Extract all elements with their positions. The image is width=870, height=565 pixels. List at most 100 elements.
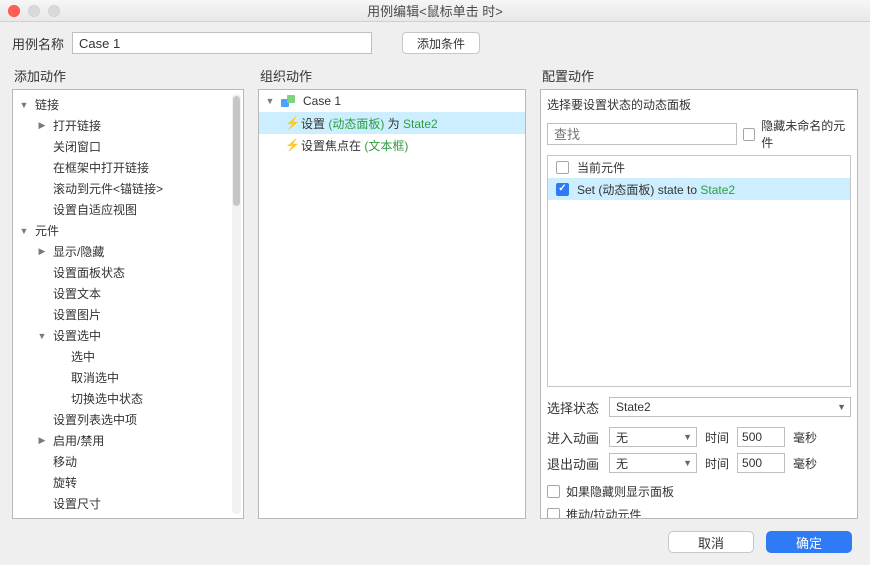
case-name-label: 用例名称 [12,34,64,53]
tree-item[interactable]: 选中 [13,346,243,367]
select-state-label: 选择状态 [547,398,601,417]
tree-item-label: 设置图片 [53,306,101,323]
tree-item-label: 设置文本 [53,285,101,302]
tree-item-label: 关闭窗口 [53,138,101,155]
tree-item[interactable]: 设置图片 [13,304,243,325]
enter-anim-combo[interactable]: 无 ▼ [609,427,697,447]
widget-dp-label: Set (动态面板) state to State2 [577,181,735,198]
case-name-input[interactable] [72,32,372,54]
tree-item-label: 移动 [53,453,77,470]
tree-item-label: 在框架中打开链接 [53,159,149,176]
tree-item[interactable]: ▶ 显示/隐藏 [13,241,243,262]
enter-anim-value: 无 [616,429,628,446]
widget-list: 当前元件 Set (动态面板) state to State2 [547,155,851,387]
tree-item[interactable]: 设置面板状态 [13,262,243,283]
widget-current-checkbox[interactable] [556,161,569,174]
action-icon: ⚡ [285,138,297,152]
tree-item[interactable]: 取消选中 [13,367,243,388]
exit-animation-row: 退出动画 无 ▼ 时间 毫秒 [547,453,851,473]
enter-time-unit: 毫秒 [793,429,817,446]
tree-item[interactable]: 设置文本 [13,283,243,304]
tree-item-label: 设置自适应视图 [53,201,137,218]
tree-item[interactable]: 在框架中打开链接 [13,157,243,178]
tree-item-label: 选中 [71,348,95,365]
organize-action-heading: 组织动作 [260,66,526,85]
chevron-right-icon[interactable]: ▶ [37,246,47,257]
tree-item-label: 设置选中 [53,327,101,344]
tree-item-label: 启用/禁用 [53,432,104,449]
main-columns: 添加动作 ▼ 链接 ▶打开链接关闭窗口在框架中打开链接滚动到元件<锚链接> 设置自适应… [0,60,870,527]
cancel-button[interactable]: 取消 [668,531,754,553]
tree-item-label: 链接 [35,96,59,113]
widget-current-label: 当前元件 [577,159,625,176]
tree-item-label: 滚动到元件<锚链接> [53,180,163,197]
org-action-row-2[interactable]: ⚡ 设置焦点在 (文本框) [259,134,525,156]
tree-item[interactable]: 切换选中状态 [13,388,243,409]
hide-unnamed-checkbox[interactable] [743,128,755,141]
widget-row-dynamic-panel[interactable]: Set (动态面板) state to State2 [548,178,850,200]
exit-anim-value: 无 [616,455,628,472]
scrollbar[interactable] [232,94,241,514]
tree-item-label: 设置面板状态 [53,264,125,281]
close-window-icon[interactable] [8,5,20,17]
tree-item[interactable]: 旋转 [13,472,243,493]
tree-item-label: 旋转 [53,474,77,491]
exit-time-input[interactable] [737,453,785,473]
widget-row-current[interactable]: 当前元件 [548,156,850,178]
chevron-right-icon[interactable]: ▶ [37,120,47,131]
tree-item-label: 切换选中状态 [71,390,143,407]
tree-item[interactable]: ▶ 启用/禁用 [13,430,243,451]
add-condition-button[interactable]: 添加条件 [402,32,480,54]
configure-action-column: 配置动作 选择要设置状态的动态面板 隐藏未命名的元件 当前元件 Set (动态面… [540,60,858,519]
window-controls [8,5,60,17]
tree-item[interactable]: 设置尺寸 [13,493,243,514]
widget-dp-checkbox[interactable] [556,183,569,196]
chevron-down-icon[interactable]: ▼ [19,100,29,110]
tree-item-label: 显示/隐藏 [53,243,104,260]
target-heading: 选择要设置状态的动态面板 [547,96,851,113]
tree-item[interactable]: 设置列表选中项 [13,409,243,430]
exit-time-label: 时间 [705,455,729,472]
add-action-heading: 添加动作 [14,66,244,85]
org-action-row-1[interactable]: ⚡ 设置 (动态面板) 为 State2 [259,112,525,134]
tree-item[interactable]: ▶打开链接 [13,115,243,136]
chevron-down-icon: ▼ [837,402,846,412]
add-action-panel: ▼ 链接 ▶打开链接关闭窗口在框架中打开链接滚动到元件<锚链接> 设置自适应视图 ▼元件… [12,89,244,519]
show-if-hidden-row: 如果隐藏则显示面板 [547,483,851,500]
org-case-row[interactable]: ▼ Case 1 [259,90,525,112]
chevron-down-icon[interactable]: ▼ [19,226,29,236]
hide-unnamed-label: 隐藏未命名的元件 [761,117,851,151]
enter-time-input[interactable] [737,427,785,447]
action-icon: ⚡ [285,116,297,130]
enter-animation-row: 进入动画 无 ▼ 时间 毫秒 [547,427,851,447]
configure-action-panel: 选择要设置状态的动态面板 隐藏未命名的元件 当前元件 Set (动态面板) st… [540,89,858,519]
chevron-down-icon[interactable]: ▼ [37,331,47,341]
tree-item[interactable]: ▼ 设置选中 [13,325,243,346]
tree-item[interactable]: 设置自适应视图 [13,199,243,220]
scrollbar-thumb[interactable] [233,96,240,206]
tree-item[interactable]: ▼元件 [13,220,243,241]
select-state-combo[interactable]: State2 ▼ [609,397,851,417]
select-state-row: 选择状态 State2 ▼ [547,397,851,417]
minimize-window-icon [28,5,40,17]
dialog-footer: 取消 确定 [0,527,870,563]
add-action-column: 添加动作 ▼ 链接 ▶打开链接关闭窗口在框架中打开链接滚动到元件<锚链接> 设置自适应… [12,60,244,519]
chevron-right-icon[interactable]: ▶ [37,435,47,446]
show-if-hidden-checkbox[interactable] [547,485,560,498]
enter-time-label: 时间 [705,429,729,446]
case-icon [281,95,295,107]
window-title: 用例编辑<鼠标单击 时> [0,1,870,20]
tree-item[interactable]: 关闭窗口 [13,136,243,157]
tree-item[interactable]: ▶置于顶层/底层 [13,514,243,518]
tree-item[interactable]: 移动 [13,451,243,472]
ok-button[interactable]: 确定 [766,531,852,553]
push-pull-checkbox[interactable] [547,508,560,519]
search-input[interactable] [547,123,737,145]
case-header-row: 用例名称 添加条件 [0,22,870,60]
org-action-1-text: 设置 (动态面板) 为 State2 [301,115,438,132]
tree-item[interactable]: 滚动到元件<锚链接> [13,178,243,199]
tree-item-label: 置于顶层/底层 [53,516,128,518]
tree-item[interactable]: ▼ 链接 [13,94,243,115]
exit-anim-combo[interactable]: 无 ▼ [609,453,697,473]
add-action-tree[interactable]: ▼ 链接 ▶打开链接关闭窗口在框架中打开链接滚动到元件<锚链接> 设置自适应视图 ▼元件… [13,90,243,518]
